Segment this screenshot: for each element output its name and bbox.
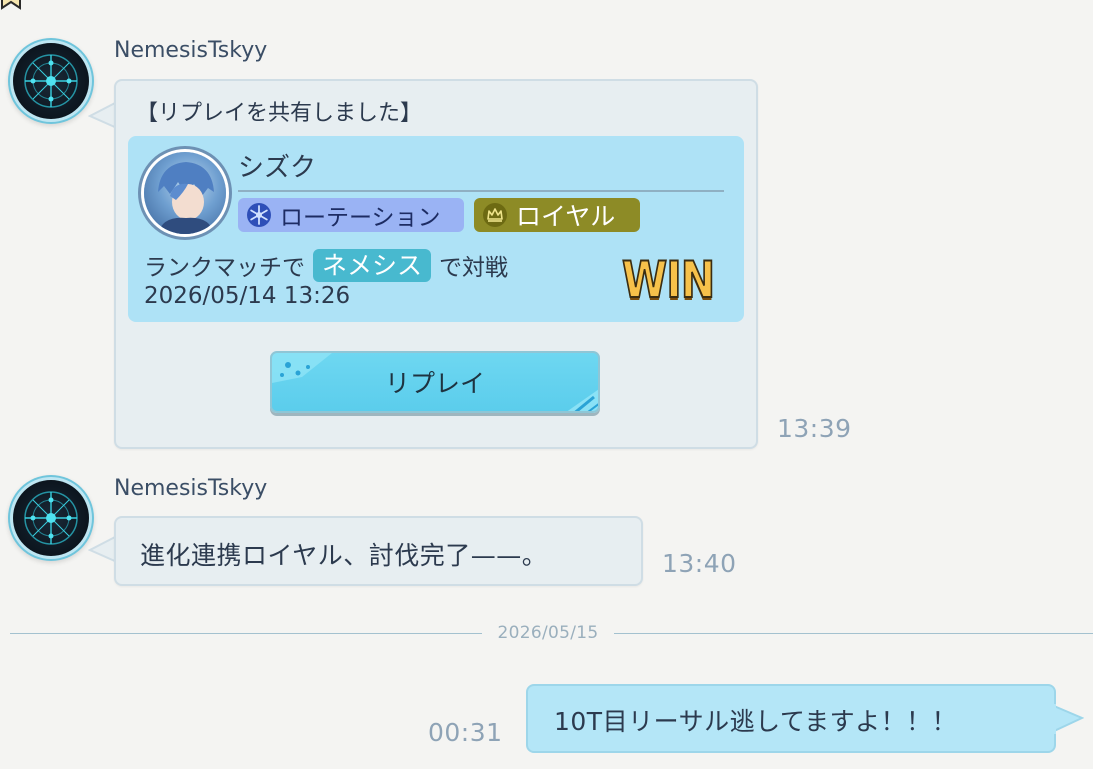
date-divider-line-right: [614, 633, 1093, 634]
message-text: 進化連携ロイヤル、討伐完了——。: [140, 541, 548, 570]
match-suffix: で対戦: [439, 255, 509, 281]
opponent-class-tag: ロイヤル: [474, 198, 640, 232]
sender-name: NemesisTskyy: [114, 476, 268, 501]
opponent-class-label: ロイヤル: [516, 202, 616, 231]
message-time: 13:40: [662, 549, 737, 578]
player-name: シズク: [238, 153, 317, 183]
own-message-text: 10T目リーサル逃してますよ！！！: [554, 707, 958, 736]
format-label: ローテーション: [280, 205, 441, 231]
replay-button-label: リプレイ: [384, 369, 485, 398]
date-divider-label: 2026/05/15: [497, 623, 599, 643]
player-avatar: [144, 152, 226, 234]
replay-button[interactable]: リプレイ: [270, 351, 600, 413]
text-message-bubble: 進化連携ロイヤル、討伐完了——。: [114, 516, 643, 586]
sender-avatar[interactable]: [13, 43, 89, 119]
format-tag: ローテーション: [238, 198, 464, 232]
replay-shared-label: 【リプレイを共有しました】: [136, 101, 423, 126]
character-portrait-icon: [158, 162, 214, 234]
match-datetime: 2026/05/14 13:26: [144, 283, 351, 309]
bubble-tail: [1052, 704, 1084, 734]
message-time: 13:39: [777, 414, 852, 443]
royal-crown-icon: [483, 203, 507, 227]
sender-avatar[interactable]: [13, 480, 89, 556]
replay-share-bubble: 【リプレイを共有しました】 シズク ローテーション ロイヤル ランクマッチで ネ…: [114, 79, 758, 449]
own-message-time: 00:31: [428, 718, 503, 747]
rotation-snowflake-icon: [247, 203, 271, 227]
nemesis-emblem-icon: [24, 491, 78, 545]
result-badge: WIN: [621, 250, 716, 310]
bookmark-icon: [1, 0, 21, 10]
replay-card[interactable]: シズク ローテーション ロイヤル ランクマッチで ネメシス で対戦 2026/0…: [128, 136, 744, 322]
played-class-pill: ネメシス: [313, 248, 432, 282]
date-divider-line-left: [10, 633, 482, 634]
sender-name: NemesisTskyy: [114, 38, 268, 63]
match-description: ランクマッチで ネメシス で対戦: [144, 248, 508, 282]
match-prefix: ランクマッチで: [144, 255, 305, 281]
own-message-bubble: 10T目リーサル逃してますよ！！！: [526, 684, 1056, 753]
nemesis-emblem-icon: [24, 54, 78, 108]
name-divider: [238, 190, 724, 192]
